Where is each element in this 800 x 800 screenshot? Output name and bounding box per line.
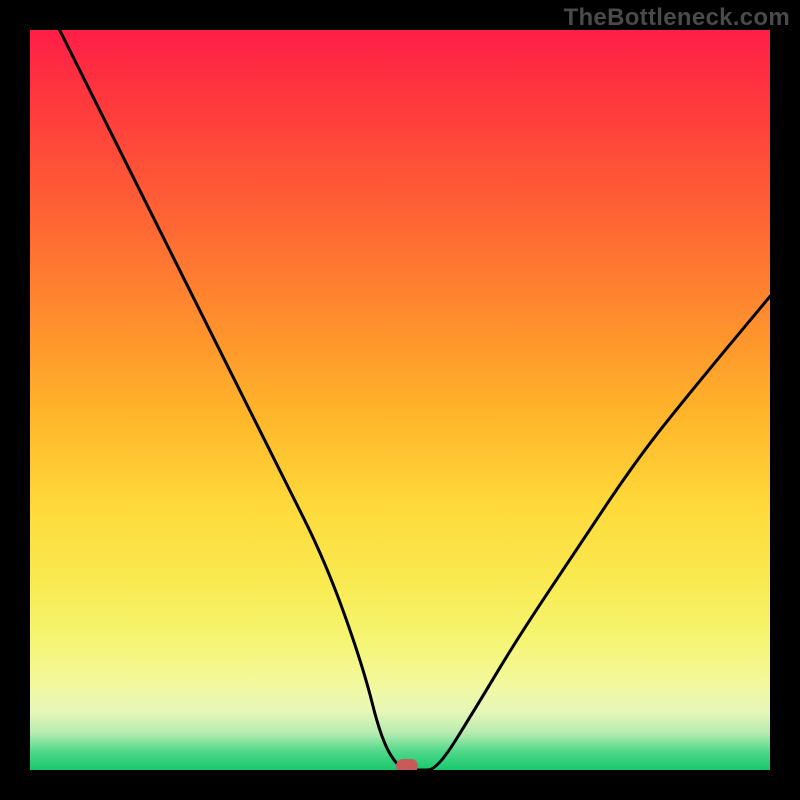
chart-frame: TheBottleneck.com <box>0 0 800 800</box>
watermark-text: TheBottleneck.com <box>564 4 790 32</box>
optimum-marker <box>396 759 418 770</box>
bottleneck-curve <box>60 30 770 770</box>
curve-svg <box>30 30 770 770</box>
plot-area <box>30 30 770 770</box>
